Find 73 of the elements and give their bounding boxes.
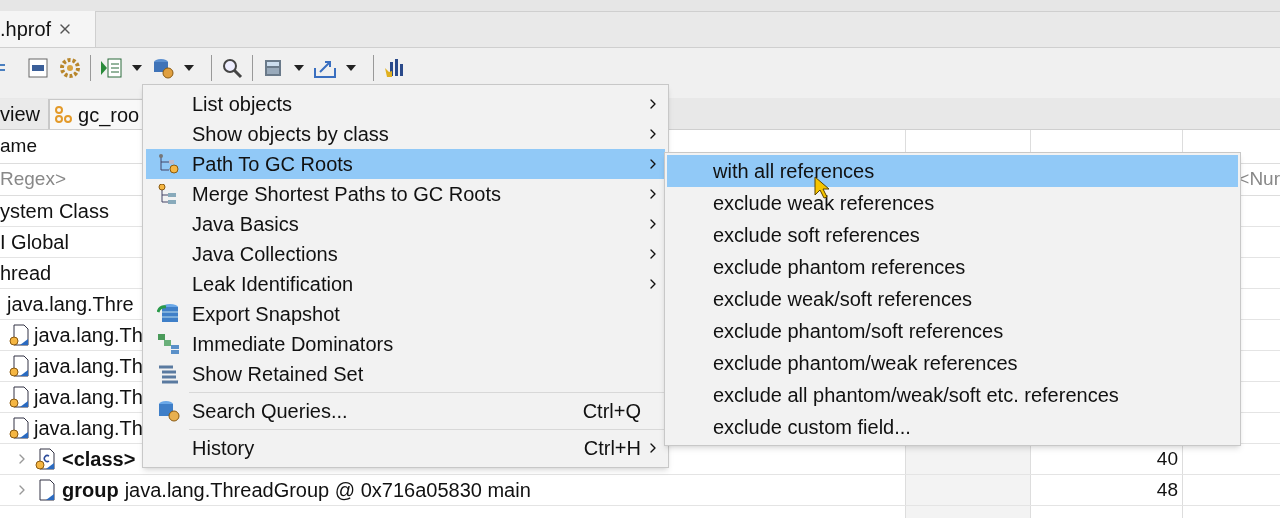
row-label[interactable]: java.lang.ThreadGroup @ 0x716a05830 main [124,475,531,505]
field-name: <class> [62,447,136,472]
row-label[interactable]: java.lang.Th [34,382,143,412]
list-icon[interactable] [99,56,123,80]
menu-item[interactable]: Show Retained Set [146,359,665,389]
editor-tab[interactable]: .hprof [0,11,96,47]
menu-label: Path To GC Roots [192,152,353,177]
row-label[interactable]: java.lang.Th [34,351,143,381]
object-icon [8,354,32,378]
menu-label: Show Retained Set [192,362,364,387]
chart-icon[interactable] [382,56,406,80]
menu-item[interactable]: Immediate Dominators [146,329,665,359]
caret-icon[interactable] [345,64,357,72]
row-label[interactable]: hread [0,258,52,288]
tab-title: .hprof [0,17,52,42]
menu-item[interactable]: Java Basics [146,209,665,239]
tree-path-icon [158,154,180,174]
menu-item[interactable]: exclude weak references [667,187,1238,219]
hierarchy-icon [157,333,181,355]
document-icon[interactable] [26,56,50,80]
object-icon [8,323,32,347]
caret-icon[interactable] [183,64,195,72]
menu-label: Immediate Dominators [192,332,394,357]
menu-item[interactable]: exclude phantom/soft references [667,315,1238,347]
menu-item[interactable]: exclude phantom/weak references [667,347,1238,379]
lines-icon [157,364,181,384]
database-gear-icon [157,399,181,423]
menu-item[interactable]: History Ctrl+H [146,433,665,463]
menu-label: Java Collections [192,242,338,267]
caret-icon[interactable] [293,64,305,72]
menu-label: Search Queries... [192,399,348,424]
menu-label: Leak Identification [192,272,354,297]
row-label[interactable]: java.lang.Th [34,413,143,443]
menu-item[interactable]: exclude phantom references [667,251,1238,283]
row-label[interactable]: java.lang.Th [34,320,143,350]
menu-label: Java Basics [192,212,299,237]
column-header[interactable]: ame [0,132,37,161]
menu-label: List objects [192,92,293,117]
menu-item[interactable]: Search Queries... Ctrl+Q [146,396,665,426]
menu-item[interactable]: Export Snapshot [146,299,665,329]
menu-item[interactable]: Java Collections [146,239,665,269]
shortcut-label: Ctrl+Q [582,399,641,424]
menu-label: Merge Shortest Paths to GC Roots [192,182,502,207]
class-icon [34,447,58,471]
menu-item[interactable]: Path To GC Roots [146,149,665,179]
row-label[interactable]: java.lang.Thre [7,289,134,319]
row-label[interactable]: I Global [0,227,69,257]
menu-label: History [192,436,255,461]
menu-label: Export Snapshot [192,302,340,327]
filter-field[interactable]: <Nur [1238,165,1280,194]
row-label[interactable]: ystem Class [0,196,109,226]
search-icon[interactable] [220,56,244,80]
shortcut-label: Ctrl+H [583,436,641,461]
menu-item[interactable]: Show objects by class [146,119,665,149]
table-cell-text: 48 [1156,477,1178,502]
menu-item[interactable]: exclude weak/soft references [667,283,1238,315]
menu-item[interactable]: exclude all phantom/weak/soft etc. references [667,379,1238,411]
menu-item[interactable]: exclude custom field... [667,411,1238,443]
view-tab[interactable]: view [0,99,49,129]
object-icon [8,385,32,409]
menu-item[interactable]: Leak Identification [146,269,665,299]
nodes-icon [54,104,74,125]
menu-label: Show objects by class [192,122,389,147]
table-cell-text: 40 [1156,446,1178,471]
database-gear-icon[interactable] [151,56,175,80]
object-icon [8,416,32,440]
field-name: group [62,478,119,503]
menu-item[interactable]: with all references [667,155,1238,187]
settings-icon[interactable] [58,56,82,80]
menu-item[interactable]: Merge Shortest Paths to GC Roots [146,179,665,209]
menu-item[interactable]: exclude soft references [667,219,1238,251]
caret-icon[interactable] [131,64,143,72]
menu-item[interactable]: List objects [146,89,665,119]
